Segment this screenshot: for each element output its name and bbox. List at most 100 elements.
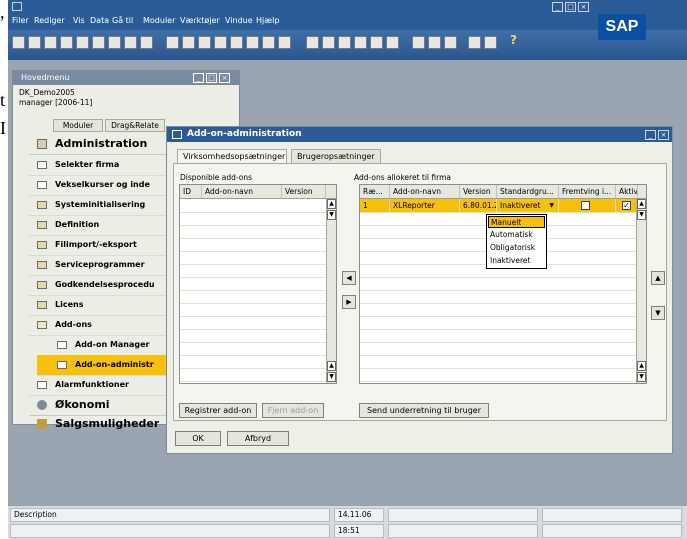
move-right-icon[interactable]: ▶ (342, 295, 356, 309)
print-icon[interactable] (28, 36, 41, 49)
column-row-number[interactable]: Ræ... (360, 185, 390, 198)
lock-icon[interactable] (140, 36, 153, 49)
column-force-install[interactable]: Fremtving i... (559, 185, 616, 198)
scroll-up-icon[interactable]: ▲ (637, 199, 646, 209)
table-row[interactable] (360, 290, 646, 304)
active-checkbox[interactable]: ✓ (622, 201, 631, 210)
table-row[interactable] (180, 225, 336, 239)
option-inaktiveret[interactable]: Inaktiveret (488, 255, 545, 267)
menu-hjaelp[interactable]: Hjælp (256, 16, 279, 25)
close-icon[interactable]: × (219, 73, 230, 83)
pen-icon[interactable] (412, 36, 425, 49)
cancel-button[interactable]: Afbryd (227, 431, 289, 446)
table-row[interactable] (180, 290, 336, 304)
table-row[interactable] (180, 212, 336, 226)
option-obligatorisk[interactable]: Obligatorisk (488, 242, 545, 254)
table-row[interactable] (180, 355, 336, 369)
form-settings-icon[interactable] (428, 36, 441, 49)
tab-virksomhedsopsaetninger[interactable]: Virksomhedsopsætninger (177, 149, 287, 164)
sort-icon[interactable] (278, 36, 291, 49)
allocated-grid-scrollbar[interactable]: ▲ ▼ ▲ ▼ (636, 199, 646, 383)
scroll-up-icon[interactable]: ▲ (327, 199, 336, 209)
close-icon[interactable]: × (578, 2, 589, 12)
gross-profit-icon[interactable] (370, 36, 383, 49)
menu-data[interactable]: Data (90, 16, 109, 25)
move-down-icon[interactable]: ▼ (651, 306, 665, 320)
scroll-down-icon[interactable]: ▼ (327, 372, 336, 382)
menu-gaa-til[interactable]: Gå til (112, 16, 133, 25)
previous-record-icon[interactable] (214, 36, 227, 49)
send-notification-button[interactable]: Send underretning til bruger (359, 403, 489, 418)
base-document-icon[interactable] (306, 36, 319, 49)
maximize-icon[interactable]: □ (206, 73, 217, 83)
column-active[interactable]: Aktiv (616, 185, 638, 198)
table-row[interactable] (180, 264, 336, 278)
alert-icon[interactable] (468, 36, 481, 49)
table-row[interactable] (180, 199, 336, 213)
table-row[interactable] (360, 355, 646, 369)
menu-vindue[interactable]: Vindue (225, 16, 253, 25)
remove-addon-button[interactable]: Fjern add-on (262, 403, 324, 418)
option-automatisk[interactable]: Automatisk (488, 229, 545, 241)
minimize-icon[interactable]: _ (552, 2, 563, 12)
scroll-up-icon[interactable]: ▲ (327, 361, 336, 371)
menu-filer[interactable]: Filer (12, 16, 29, 25)
query-icon[interactable] (444, 36, 457, 49)
table-row[interactable]: 1 XLReporter 6.80.01.2 Inaktiveret ▼ ✓ (360, 199, 646, 213)
payment-icon[interactable] (354, 36, 367, 49)
column-addon-name[interactable]: Add-on-navn (390, 185, 460, 198)
minimize-icon[interactable]: _ (645, 130, 656, 140)
menu-vis[interactable]: Vis (73, 16, 85, 25)
excel-icon[interactable] (92, 36, 105, 49)
column-id[interactable]: ID (180, 185, 202, 198)
table-row[interactable] (360, 368, 646, 382)
settings-icon[interactable] (386, 36, 399, 49)
table-row[interactable] (360, 277, 646, 291)
calculator-icon[interactable] (484, 36, 497, 49)
add-icon[interactable] (182, 36, 195, 49)
column-addon-name[interactable]: Add-on-navn (202, 185, 282, 198)
table-row[interactable] (180, 368, 336, 382)
available-grid-scrollbar[interactable]: ▲ ▼ ▲ ▼ (326, 199, 336, 383)
column-version[interactable]: Version (282, 185, 326, 198)
table-row[interactable] (180, 277, 336, 291)
help-icon[interactable]: ? (510, 33, 517, 47)
minimize-icon[interactable]: _ (193, 73, 204, 83)
pdf-icon[interactable] (124, 36, 137, 49)
scroll-down-icon[interactable]: ▼ (327, 210, 336, 220)
menu-moduler[interactable]: Moduler (143, 16, 175, 25)
email-icon[interactable] (44, 36, 57, 49)
filter-icon[interactable] (262, 36, 275, 49)
table-row[interactable] (180, 316, 336, 330)
sms-icon[interactable] (60, 36, 73, 49)
last-record-icon[interactable] (246, 36, 259, 49)
table-row[interactable] (180, 342, 336, 356)
default-group-select[interactable]: Inaktiveret ▼ (497, 199, 559, 212)
table-row[interactable] (360, 329, 646, 343)
table-row[interactable] (180, 251, 336, 265)
scroll-down-icon[interactable]: ▼ (637, 372, 646, 382)
option-manuelt[interactable]: Manuelt (488, 216, 545, 228)
column-default-group[interactable]: Standardgru... (497, 185, 559, 198)
menu-rediger[interactable]: Rediger (34, 16, 65, 25)
first-record-icon[interactable] (198, 36, 211, 49)
table-row[interactable] (180, 303, 336, 317)
find-icon[interactable] (166, 36, 179, 49)
table-row[interactable] (360, 303, 646, 317)
chevron-down-icon[interactable]: ▼ (549, 199, 554, 212)
menu-vaerktoejer[interactable]: Værktøjer (180, 16, 220, 25)
table-row[interactable] (360, 316, 646, 330)
next-record-icon[interactable] (230, 36, 243, 49)
force-install-checkbox[interactable] (581, 201, 590, 210)
tab-moduler[interactable]: Moduler (53, 119, 103, 132)
ok-button[interactable]: OK (175, 431, 221, 446)
scroll-up-icon[interactable]: ▲ (637, 361, 646, 371)
scroll-down-icon[interactable]: ▼ (637, 210, 646, 220)
target-document-icon[interactable] (322, 36, 335, 49)
tab-brugeropsaetninger[interactable]: Brugeropsætninger (291, 149, 381, 164)
table-row[interactable] (180, 238, 336, 252)
close-icon[interactable]: × (658, 130, 669, 140)
fax-icon[interactable] (76, 36, 89, 49)
register-addon-button[interactable]: Registrer add-on (179, 403, 257, 418)
move-up-icon[interactable]: ▲ (651, 271, 665, 285)
